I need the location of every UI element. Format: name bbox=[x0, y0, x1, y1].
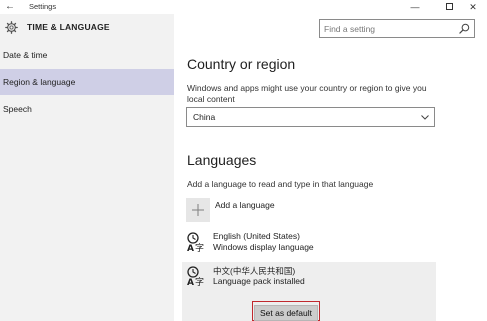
language-status: Language pack installed bbox=[213, 276, 305, 286]
language-icon: A 字 bbox=[187, 266, 204, 287]
sidebar-title: TIME & LANGUAGE bbox=[27, 22, 110, 32]
maximize-icon bbox=[445, 3, 453, 11]
window-title: Settings bbox=[29, 2, 57, 11]
languages-description: Add a language to read and type in that … bbox=[187, 179, 374, 189]
sidebar-item-date-time[interactable]: Date & time bbox=[0, 42, 174, 68]
minimize-button[interactable]: — bbox=[401, 0, 429, 14]
close-button[interactable]: ✕ bbox=[459, 0, 487, 14]
sidebar-header: TIME & LANGUAGE bbox=[0, 14, 174, 42]
plus-icon bbox=[192, 204, 204, 216]
set-default-highlight: Set as default bbox=[252, 301, 320, 321]
language-item-english[interactable]: A 字 English (United States) Windows disp… bbox=[182, 228, 436, 258]
search-input[interactable] bbox=[320, 20, 450, 37]
language-name: English (United States) bbox=[213, 231, 300, 241]
country-description: Windows and apps might use your country … bbox=[187, 83, 427, 104]
title-bar: ← Settings — ✕ bbox=[0, 0, 487, 14]
search-box[interactable] bbox=[319, 19, 475, 38]
sidebar: TIME & LANGUAGE Date & time Region & lan… bbox=[0, 14, 174, 321]
back-button[interactable]: ← bbox=[4, 1, 16, 13]
country-selected-value: China bbox=[193, 112, 216, 122]
add-language-tile bbox=[186, 198, 210, 222]
svg-text:A: A bbox=[187, 244, 194, 253]
svg-text:字: 字 bbox=[195, 242, 204, 253]
languages-heading: Languages bbox=[187, 152, 257, 168]
set-as-default-button[interactable]: Set as default bbox=[254, 305, 318, 321]
svg-text:A: A bbox=[187, 278, 194, 287]
language-icon: A 字 bbox=[187, 232, 204, 253]
sidebar-item-region-language[interactable]: Region & language bbox=[0, 69, 174, 95]
sidebar-item-speech[interactable]: Speech bbox=[0, 96, 174, 122]
chevron-down-icon bbox=[421, 115, 429, 120]
language-status: Windows display language bbox=[213, 242, 314, 252]
country-dropdown[interactable]: China bbox=[186, 107, 435, 127]
add-language-label: Add a language bbox=[215, 200, 275, 210]
add-language-button[interactable]: Add a language bbox=[186, 198, 336, 223]
gear-icon bbox=[5, 21, 18, 34]
svg-text:字: 字 bbox=[195, 276, 204, 287]
search-icon[interactable] bbox=[459, 23, 470, 34]
country-heading: Country or region bbox=[187, 56, 296, 72]
